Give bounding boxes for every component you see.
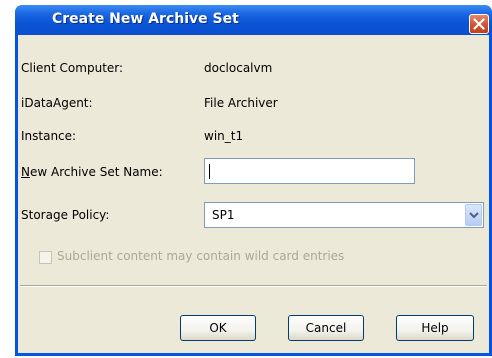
dialog-title: Create New Archive Set: [52, 11, 239, 27]
wildcard-checkbox-label: Subclient content may contain wild card …: [57, 249, 345, 263]
archive-set-name-mnemonic: N: [21, 165, 30, 179]
wildcard-checkbox[interactable]: [39, 251, 52, 264]
title-bar[interactable]: Create New Archive Set: [15, 5, 492, 35]
instance-label: Instance:: [21, 129, 77, 143]
close-icon: [473, 18, 485, 30]
storage-policy-value: SP1: [212, 208, 235, 222]
help-button[interactable]: Help: [396, 315, 474, 341]
dialog-window: Create New Archive Set Client Computer: …: [15, 5, 492, 356]
storage-policy-select[interactable]: SP1: [204, 202, 484, 228]
storage-policy-dropdown-button[interactable]: [465, 204, 482, 226]
archive-set-name-input[interactable]: [204, 158, 415, 184]
text-caret: [209, 164, 210, 179]
client-computer-label: Client Computer:: [21, 61, 124, 75]
archive-set-name-label-text: ew Archive Set Name:: [29, 165, 163, 179]
client-computer-value: doclocalvm: [204, 61, 273, 75]
storage-policy-label: Storage Policy:: [21, 208, 110, 222]
dialog-body: Client Computer: doclocalvm iDataAgent: …: [18, 35, 489, 353]
instance-value: win_t1: [204, 129, 244, 143]
ok-button[interactable]: OK: [180, 315, 256, 341]
archive-set-name-label: New Archive Set Name:: [21, 165, 163, 179]
idataagent-label: iDataAgent:: [21, 96, 93, 110]
separator: [20, 285, 487, 287]
cancel-button[interactable]: Cancel: [288, 315, 364, 341]
chevron-down-icon: [469, 212, 479, 219]
close-button[interactable]: [469, 14, 489, 34]
idataagent-value: File Archiver: [204, 96, 278, 110]
